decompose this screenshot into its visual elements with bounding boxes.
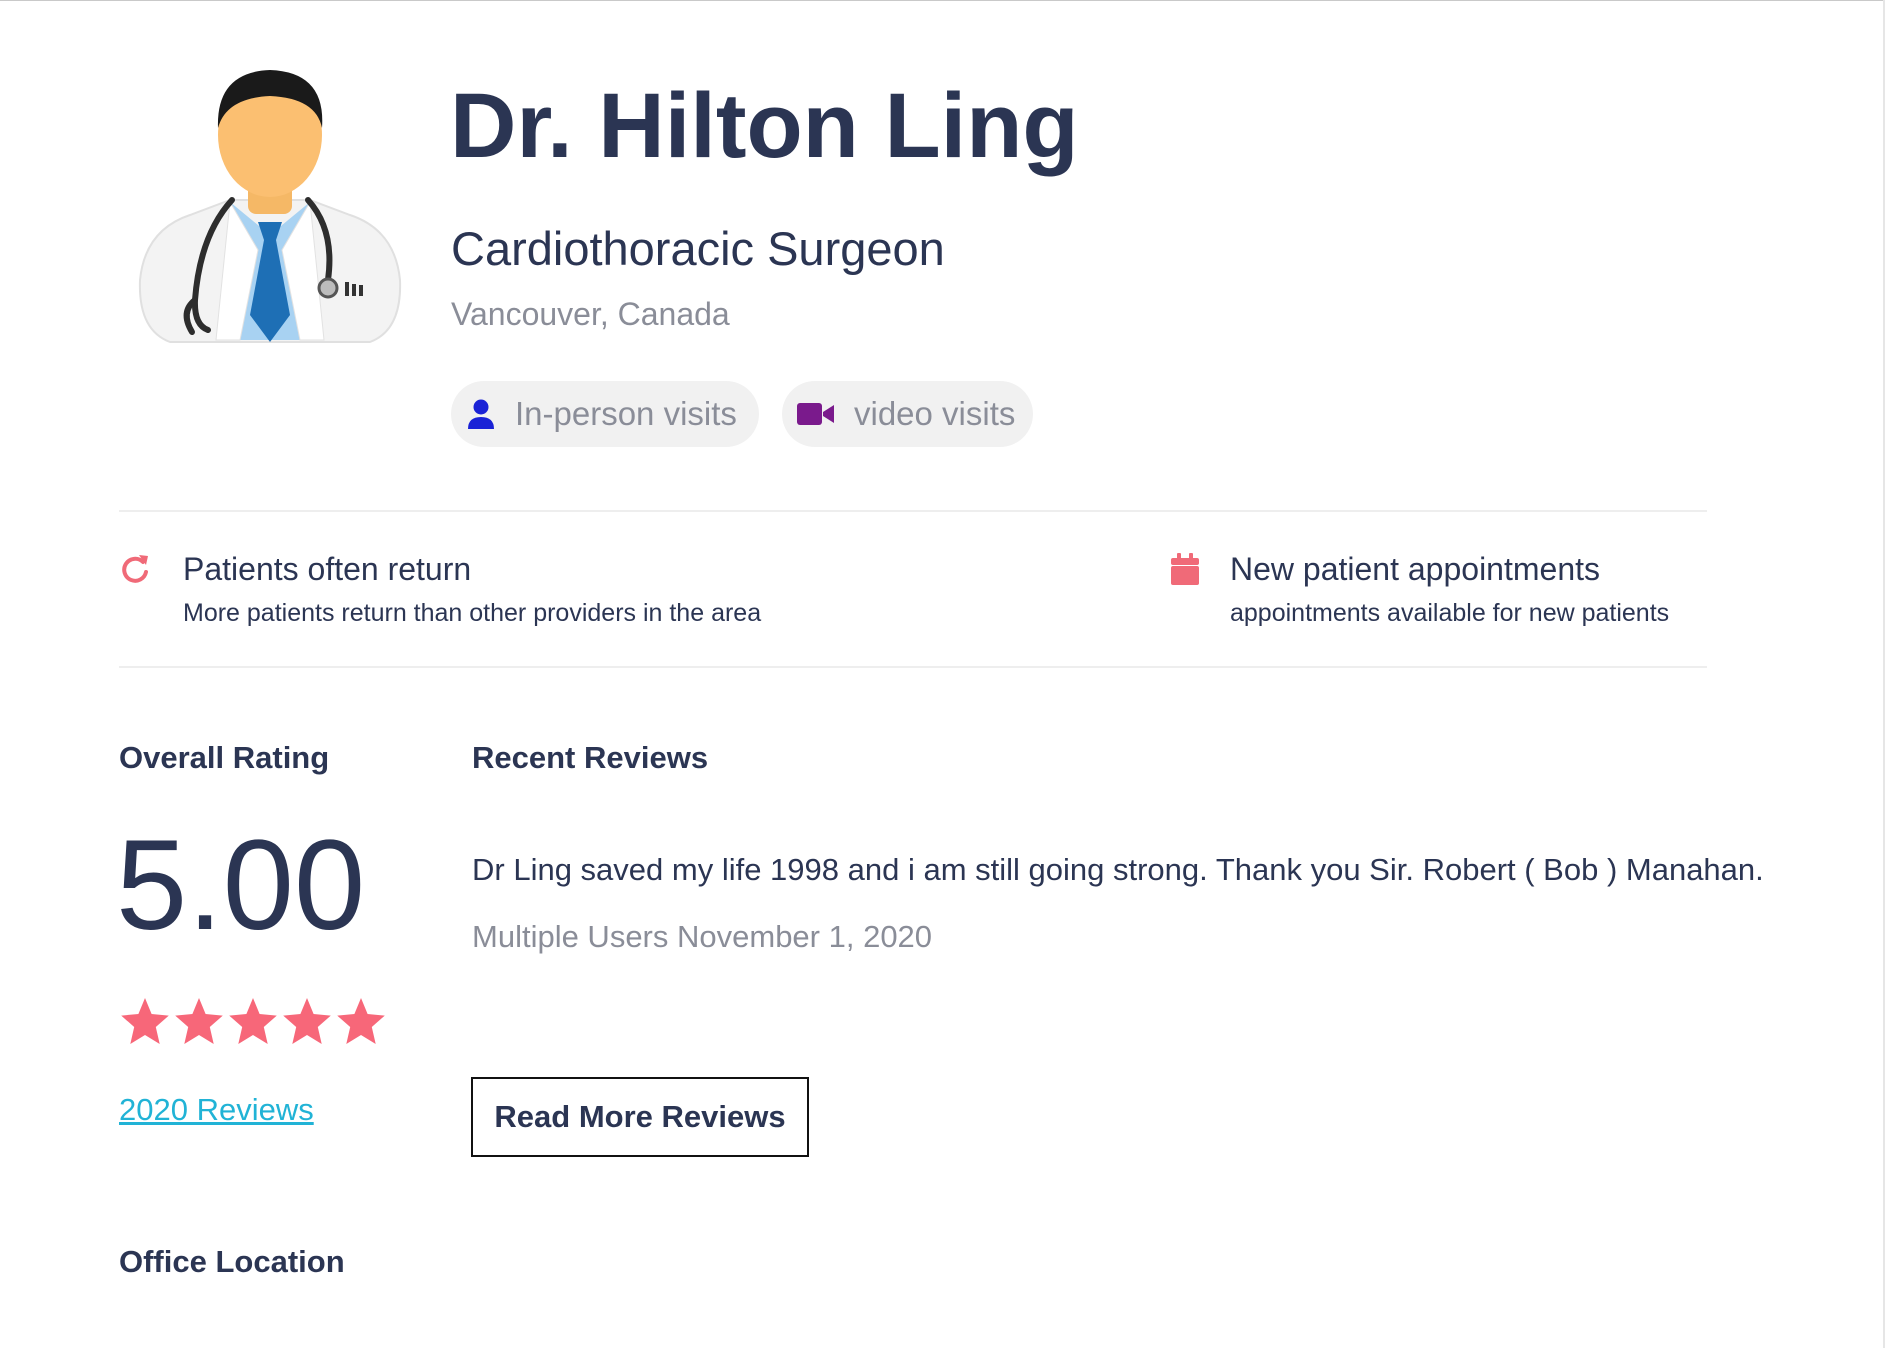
feature-desc-appointments: appointments available for new patients <box>1230 599 1670 627</box>
review-text: Dr Ling saved my life 1998 and i am stil… <box>472 852 1764 887</box>
in-person-visits-badge: In-person visits <box>451 381 759 447</box>
doctor-avatar-icon <box>138 70 402 343</box>
star-icon <box>337 998 385 1044</box>
in-person-visits-label: In-person visits <box>515 395 737 432</box>
feature-title-return: Patients often return <box>183 551 472 587</box>
divider <box>119 666 1707 668</box>
doctor-location: Vancouver, Canada <box>451 296 730 332</box>
review-meta: Multiple Users November 1, 2020 <box>472 919 933 954</box>
star-rating <box>119 996 387 1048</box>
overall-rating-heading: Overall Rating <box>119 740 330 775</box>
star-icon <box>229 998 277 1044</box>
doctor-name: Dr. Hilton Ling <box>450 75 1079 177</box>
person-icon <box>468 399 494 429</box>
reviews-count-link[interactable]: 2020 Reviews <box>119 1092 314 1128</box>
divider <box>119 510 1707 512</box>
video-visits-label: video visits <box>854 395 1016 432</box>
calendar-icon <box>1171 553 1199 585</box>
read-more-reviews-button[interactable]: Read More Reviews <box>471 1077 809 1157</box>
top-border <box>0 0 1885 1</box>
recent-reviews-heading: Recent Reviews <box>472 740 709 775</box>
video-camera-icon <box>797 403 834 425</box>
star-icon <box>121 998 169 1044</box>
feature-desc-return: More patients return than other provider… <box>183 599 762 627</box>
rating-value: 5.00 <box>116 814 366 957</box>
star-icon <box>175 998 223 1044</box>
feature-title-appointments: New patient appointments <box>1230 551 1600 587</box>
refresh-icon <box>122 555 148 583</box>
office-location-heading: Office Location <box>119 1244 345 1279</box>
doctor-specialty: Cardiothoracic Surgeon <box>451 222 945 275</box>
video-visits-badge: video visits <box>782 381 1033 447</box>
star-icon <box>283 998 331 1044</box>
